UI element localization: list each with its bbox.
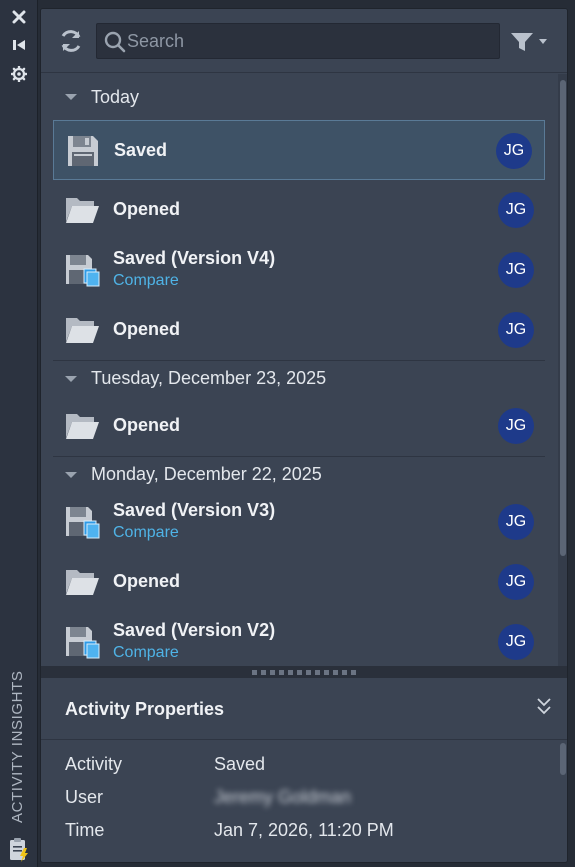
double-chevron-down-icon[interactable] — [535, 696, 553, 718]
activity-insights-panel: Today Saved JG Open — [40, 8, 568, 863]
save-version-icon — [64, 252, 100, 288]
activity-row[interactable]: Saved (Version V2) Compare JG — [53, 612, 545, 666]
search-box[interactable] — [96, 23, 500, 59]
gear-icon[interactable] — [9, 64, 29, 84]
group-label: Tuesday, December 23, 2025 — [91, 368, 327, 388]
folder-open-icon — [64, 192, 100, 228]
activity-title: Saved (Version V3) — [113, 500, 276, 520]
save-version-icon — [64, 624, 100, 660]
folder-open-icon — [64, 564, 100, 600]
compare-link[interactable]: Compare — [113, 272, 179, 290]
filter-dropdown-icon[interactable] — [509, 31, 551, 53]
activity-title: Opened — [113, 199, 181, 219]
grip-dots-icon — [252, 669, 356, 675]
activity-row[interactable]: Opened JG — [53, 300, 545, 360]
refresh-icon[interactable] — [57, 27, 85, 55]
avatar: JG — [498, 312, 534, 348]
user-value: Jeremy Goldman — [214, 787, 352, 807]
time-value: Jan 7, 2026, 11:20 PM — [214, 820, 394, 840]
avatar: JG — [498, 624, 534, 660]
group-header-tuesday[interactable]: Tuesday, December 23, 2025 — [41, 361, 557, 396]
activity-title: Opened — [113, 571, 181, 591]
properties-body: Activity Saved User Jeremy Goldman Time … — [41, 741, 567, 862]
collapse-triangle-icon[interactable] — [65, 375, 77, 382]
activity-row[interactable]: Opened JG — [53, 396, 545, 456]
save-icon — [65, 133, 101, 169]
avatar: JG — [498, 504, 534, 540]
time-label: Time — [65, 820, 105, 840]
avatar: JG — [496, 133, 532, 169]
compare-link[interactable]: Compare — [113, 524, 179, 542]
properties-scrollbar[interactable] — [558, 741, 567, 862]
activity-title: Opened — [113, 319, 181, 339]
toolbar — [41, 9, 567, 73]
avatar: JG — [498, 564, 534, 600]
properties-header: Activity Properties — [41, 678, 567, 740]
panel-vertical-title: ACTIVITY INSIGHTS — [9, 670, 26, 823]
folder-open-icon — [64, 312, 100, 348]
group-label: Monday, December 22, 2025 — [91, 464, 322, 484]
properties-scrollbar-thumb[interactable] — [560, 743, 566, 775]
compare-link[interactable]: Compare — [113, 644, 179, 662]
avatar: JG — [498, 408, 534, 444]
activity-row[interactable]: Saved (Version V3) Compare JG — [53, 492, 545, 552]
collapse-triangle-icon[interactable] — [65, 471, 77, 478]
panel-splitter[interactable] — [41, 666, 567, 678]
folder-open-icon — [64, 408, 100, 444]
search-input[interactable] — [127, 24, 487, 58]
group-header-monday[interactable]: Monday, December 22, 2025 — [41, 457, 557, 492]
side-strip: ACTIVITY INSIGHTS — [0, 0, 38, 867]
collapse-triangle-icon[interactable] — [65, 94, 77, 100]
avatar: JG — [498, 192, 534, 228]
activity-row[interactable]: Opened JG — [53, 180, 545, 240]
activity-label: Activity — [65, 754, 123, 774]
list-scrollbar[interactable] — [558, 74, 567, 666]
group-header-today[interactable]: Today — [41, 74, 557, 120]
group-label: Today — [91, 86, 140, 107]
search-icon — [103, 30, 127, 54]
list-scrollbar-thumb[interactable] — [560, 80, 566, 556]
clipboard-lightning-icon[interactable] — [8, 836, 30, 862]
activity-row[interactable]: Saved JG — [53, 120, 545, 180]
activity-list[interactable]: Today Saved JG Opened JG Saved (Version … — [41, 74, 557, 666]
activity-title: Opened — [113, 415, 181, 435]
activity-title: Saved — [114, 140, 168, 160]
activity-value: Saved — [214, 754, 266, 774]
close-icon[interactable] — [9, 7, 29, 27]
activity-row[interactable]: Saved (Version V4) Compare JG — [53, 240, 545, 300]
activity-row[interactable]: Opened JG — [53, 552, 545, 612]
skip-back-icon[interactable] — [9, 35, 29, 55]
avatar: JG — [498, 252, 534, 288]
save-version-icon — [64, 504, 100, 540]
activity-title: Saved (Version V2) — [113, 620, 276, 640]
activity-title: Saved (Version V4) — [113, 248, 276, 268]
properties-title: Activity Properties — [65, 699, 225, 719]
user-label: User — [65, 787, 104, 807]
